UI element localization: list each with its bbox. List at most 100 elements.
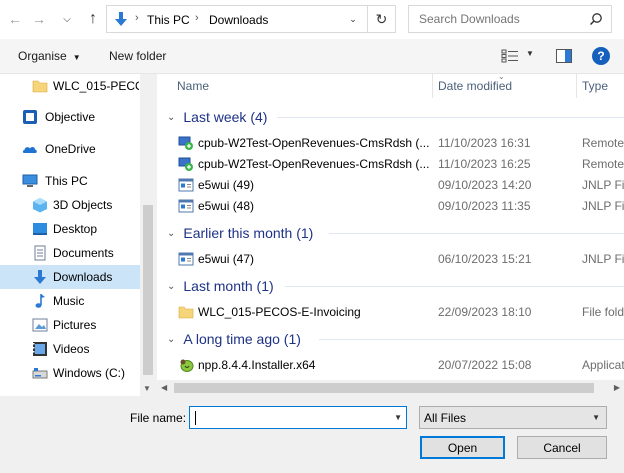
group-title: A long time ago (1) xyxy=(183,331,301,347)
recent-locations-button[interactable]: ⌵ xyxy=(58,10,76,28)
chevron-down-icon[interactable]: ▼ xyxy=(394,413,402,422)
file-name-input[interactable] xyxy=(192,409,382,426)
group-header-last-month[interactable]: ⌄ Last month (1) xyxy=(167,276,274,296)
preview-pane-icon[interactable] xyxy=(556,49,572,63)
this-pc-icon xyxy=(22,174,38,187)
sidebar-item-onedrive[interactable]: OneDrive xyxy=(0,137,140,161)
file-type-filter[interactable]: All Files ▼ xyxy=(419,406,607,429)
breadcrumb-this-pc[interactable]: This PC xyxy=(147,13,190,27)
file-row[interactable]: npp.8.4.4.Installer.x64 20/07/2022 15:08… xyxy=(157,354,624,375)
group-divider xyxy=(277,117,624,118)
file-name-combobox[interactable]: ▼ xyxy=(189,406,407,429)
file-type: Remote xyxy=(582,157,624,171)
onedrive-icon xyxy=(22,147,37,153)
group-header-last-week[interactable]: ⌄ Last week (4) xyxy=(167,107,267,127)
arrow-up-icon: ↑ xyxy=(89,10,97,27)
sidebar-item-downloads[interactable]: Downloads xyxy=(0,265,140,289)
videos-icon xyxy=(33,342,47,356)
horizontal-scrollbar-thumb[interactable] xyxy=(174,383,594,393)
sidebar-item-3d-objects[interactable]: 3D Objects xyxy=(0,193,140,217)
group-divider xyxy=(329,233,624,234)
sidebar-item-objective[interactable]: Objective xyxy=(0,105,140,129)
file-date: 20/07/2022 15:08 xyxy=(438,358,532,372)
horizontal-scrollbar[interactable]: ◀ ▶ xyxy=(157,380,624,396)
sidebar-item-label: Downloads xyxy=(53,270,113,284)
file-date: 09/10/2023 14:20 xyxy=(438,178,532,192)
caret-down-icon: ▼ xyxy=(72,53,81,62)
group-header-earlier-this-month[interactable]: ⌄ Earlier this month (1) xyxy=(167,223,313,243)
sidebar-scrollbar-thumb[interactable] xyxy=(143,205,153,375)
file-type: JNLP Fil xyxy=(582,252,624,266)
group-title: Last week (4) xyxy=(183,109,268,125)
search-box[interactable] xyxy=(408,5,612,33)
file-name: e5wui (49) xyxy=(198,178,255,192)
sidebar-item-label: Documents xyxy=(53,246,114,260)
group-divider xyxy=(319,339,624,340)
column-header-type[interactable]: Type xyxy=(582,79,608,103)
open-button[interactable]: Open xyxy=(420,436,505,459)
documents-icon xyxy=(34,245,46,261)
file-type: JNLP Fil xyxy=(582,178,624,192)
column-divider[interactable] xyxy=(432,74,433,98)
sidebar-item-label: OneDrive xyxy=(45,142,96,156)
file-date: 11/10/2023 16:25 xyxy=(438,157,531,171)
scroll-left-icon[interactable]: ◀ xyxy=(161,383,167,392)
address-dropdown-button[interactable]: ⌄ xyxy=(340,10,366,28)
scroll-right-icon[interactable]: ▶ xyxy=(614,383,620,392)
drive-icon xyxy=(32,368,48,379)
help-button[interactable]: ? xyxy=(592,47,610,65)
file-type: Applicat xyxy=(582,358,624,372)
downloads-location-icon xyxy=(115,12,127,26)
breadcrumb-separator[interactable]: › xyxy=(135,12,139,24)
sidebar-item-desktop[interactable]: Desktop xyxy=(0,217,140,241)
breadcrumb-separator[interactable]: › xyxy=(195,12,199,24)
sidebar-item-music[interactable]: Music xyxy=(0,289,140,313)
desktop-icon xyxy=(33,223,47,235)
group-header-a-long-time-ago[interactable]: ⌄ A long time ago (1) xyxy=(167,329,301,349)
file-name: e5wui (47) xyxy=(198,252,255,266)
forward-button[interactable]: → xyxy=(30,10,48,28)
sidebar-item-windows-c[interactable]: Windows (C:) xyxy=(0,361,140,385)
sidebar-item-label: WLC_015-PECOS-E-Invoicing xyxy=(53,79,139,93)
sidebar-item-wlc-folder[interactable]: WLC_015-PECOS-E-Invoicing xyxy=(0,74,140,98)
refresh-button[interactable]: ↻ xyxy=(368,5,396,33)
view-options-icon[interactable] xyxy=(501,49,519,63)
sidebar-item-documents[interactable]: Documents xyxy=(0,241,140,265)
breadcrumb-downloads[interactable]: Downloads xyxy=(209,13,268,27)
sidebar-item-this-pc[interactable]: This PC xyxy=(0,169,140,193)
column-header-name[interactable]: Name xyxy=(177,79,209,103)
refresh-icon: ↻ xyxy=(375,10,388,27)
sidebar-scrollbar[interactable]: ▼ xyxy=(140,74,156,396)
scroll-down-icon[interactable]: ▼ xyxy=(143,384,151,393)
sidebar-item-label: This PC xyxy=(45,174,88,188)
chevron-down-icon: ⌄ xyxy=(349,13,357,24)
dialog-footer: File name: ▼ All Files ▼ Open Cancel xyxy=(0,396,624,473)
address-bar[interactable]: › This PC › Downloads xyxy=(106,5,368,33)
file-row[interactable]: e5wui (49) 09/10/2023 14:20 JNLP Fil xyxy=(157,174,624,195)
chevron-down-icon: ⌄ xyxy=(167,280,176,292)
file-row[interactable]: e5wui (47) 06/10/2023 15:21 JNLP Fil xyxy=(157,248,624,269)
up-button[interactable]: ↑ xyxy=(84,10,102,28)
arrow-right-icon: → xyxy=(32,11,46,27)
column-header-date-modified[interactable]: Date modified xyxy=(438,79,512,103)
chevron-down-icon: ⌄ xyxy=(167,227,176,239)
jnlp-icon xyxy=(178,178,194,192)
search-icon xyxy=(589,13,602,26)
sidebar-item-pictures[interactable]: Pictures xyxy=(0,313,140,337)
sidebar-item-videos[interactable]: Videos xyxy=(0,337,140,361)
file-row[interactable]: cpub-W2Test-OpenRevenues-CmsRdsh (... 11… xyxy=(157,153,624,174)
back-button[interactable]: ← xyxy=(6,10,24,28)
file-row[interactable]: e5wui (48) 09/10/2023 11:35 JNLP Fil xyxy=(157,195,624,216)
search-input[interactable] xyxy=(410,7,580,31)
organise-button[interactable]: Organise ▼ xyxy=(18,49,81,63)
file-name: WLC_015-PECOS-E-Invoicing xyxy=(198,305,361,319)
new-folder-button[interactable]: New folder xyxy=(109,49,166,63)
sidebar-item-label: Pictures xyxy=(53,318,97,332)
cancel-button[interactable]: Cancel xyxy=(517,436,607,459)
objective-icon xyxy=(23,110,37,124)
file-row[interactable]: cpub-W2Test-OpenRevenues-CmsRdsh (... 11… xyxy=(157,132,624,153)
file-type: Remote xyxy=(582,136,624,150)
view-options-dropdown-icon[interactable]: ▼ xyxy=(526,49,534,58)
column-divider[interactable] xyxy=(576,74,577,98)
file-row[interactable]: WLC_015-PECOS-E-Invoicing 22/09/2023 18:… xyxy=(157,301,624,322)
